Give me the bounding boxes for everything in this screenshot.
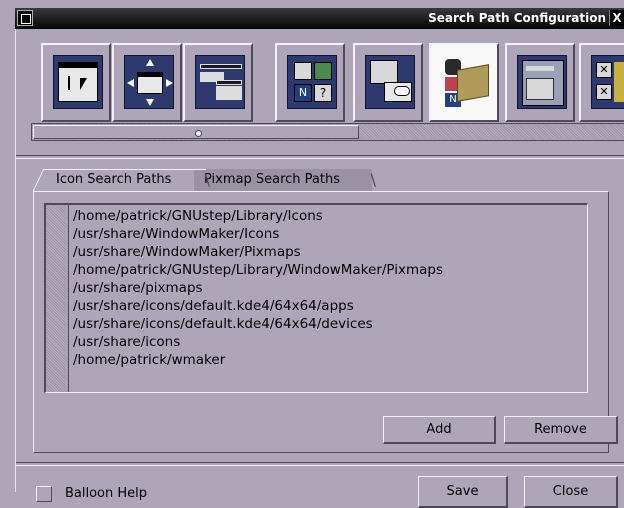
icon-preferences-icon (365, 55, 415, 109)
other-preferences-icon: ✕ ✕ (591, 55, 624, 109)
tab-edge: \ (204, 170, 210, 189)
tab-label: Pixmap Search Paths (204, 172, 340, 187)
path-list-items: /home/patrick/GNUstep/Library/Icons /usr… (73, 207, 443, 369)
tab-pixmap-search-paths[interactable]: Pixmap Search Paths \ (194, 169, 376, 191)
toolbar-button-icon-preferences[interactable] (353, 43, 423, 122)
toolbar-button-window-placement[interactable] (112, 43, 182, 122)
list-item[interactable]: /home/patrick/GNUstep/Library/WindowMake… (73, 261, 443, 279)
bottom-divider (16, 462, 624, 466)
window-handling-icon (195, 55, 245, 109)
close-window-button[interactable]: X (609, 10, 624, 26)
preferences-window: N ? N ✕ ✕ Icon Search Paths \ Pixmap Sea… (15, 29, 624, 508)
window-placement-icon (124, 55, 174, 109)
tab-edge: \ (370, 170, 376, 189)
window-title: Search Path Configuration (428, 11, 606, 25)
toolbar-button-menu-preferences[interactable]: N ? (275, 43, 345, 122)
workspace-preferences-icon (517, 55, 567, 109)
list-item[interactable]: /usr/share/WindowMaker/Icons (73, 225, 443, 243)
balloon-help-checkbox[interactable] (36, 486, 52, 502)
list-item[interactable]: /usr/share/icons/default.kde4/64x64/devi… (73, 315, 443, 333)
top-divider (16, 155, 624, 159)
window-menu-button[interactable] (17, 10, 33, 26)
balloon-help-label: Balloon Help (65, 486, 148, 501)
menu-preferences-icon: N ? (287, 55, 337, 109)
search-path-icon: N (441, 55, 491, 109)
toolbar-button-workspace-preferences[interactable] (505, 43, 575, 122)
list-item[interactable]: /usr/share/icons (73, 333, 443, 351)
list-item[interactable]: /usr/share/pixmaps (73, 279, 443, 297)
icon-strip-scroller[interactable] (31, 123, 624, 141)
toolbar-button-other-preferences[interactable]: ✕ ✕ (579, 43, 624, 122)
window-focus-icon (53, 55, 103, 109)
scroller-knob[interactable] (33, 125, 359, 139)
tab-icon-search-paths[interactable]: Icon Search Paths \ (46, 169, 210, 191)
list-item[interactable]: /usr/share/icons/default.kde4/64x64/apps (73, 297, 443, 315)
scroller-knob-dot (195, 130, 202, 137)
search-path-list[interactable]: /home/patrick/GNUstep/Library/Icons /usr… (44, 203, 588, 393)
tab-label: Icon Search Paths (56, 172, 172, 187)
close-button[interactable]: Close (524, 476, 618, 508)
remove-button[interactable]: Remove (504, 416, 618, 444)
save-button[interactable]: Save (418, 476, 508, 508)
toolbar-button-window-focus[interactable] (41, 43, 111, 122)
list-item[interactable]: /home/patrick/wmaker (73, 351, 443, 369)
list-item[interactable]: /home/patrick/GNUstep/Library/Icons (73, 207, 443, 225)
toolbar-button-search-path[interactable]: N (429, 43, 499, 122)
path-list-scrollbar[interactable] (46, 205, 69, 392)
list-item[interactable]: /usr/share/WindowMaker/Pixmaps (73, 243, 443, 261)
add-button[interactable]: Add (383, 416, 496, 444)
title-bar[interactable]: Search Path Configuration X (15, 8, 624, 29)
toolbar-button-window-handling[interactable] (183, 43, 253, 122)
section-icon-strip: N ? N ✕ ✕ (31, 43, 624, 122)
